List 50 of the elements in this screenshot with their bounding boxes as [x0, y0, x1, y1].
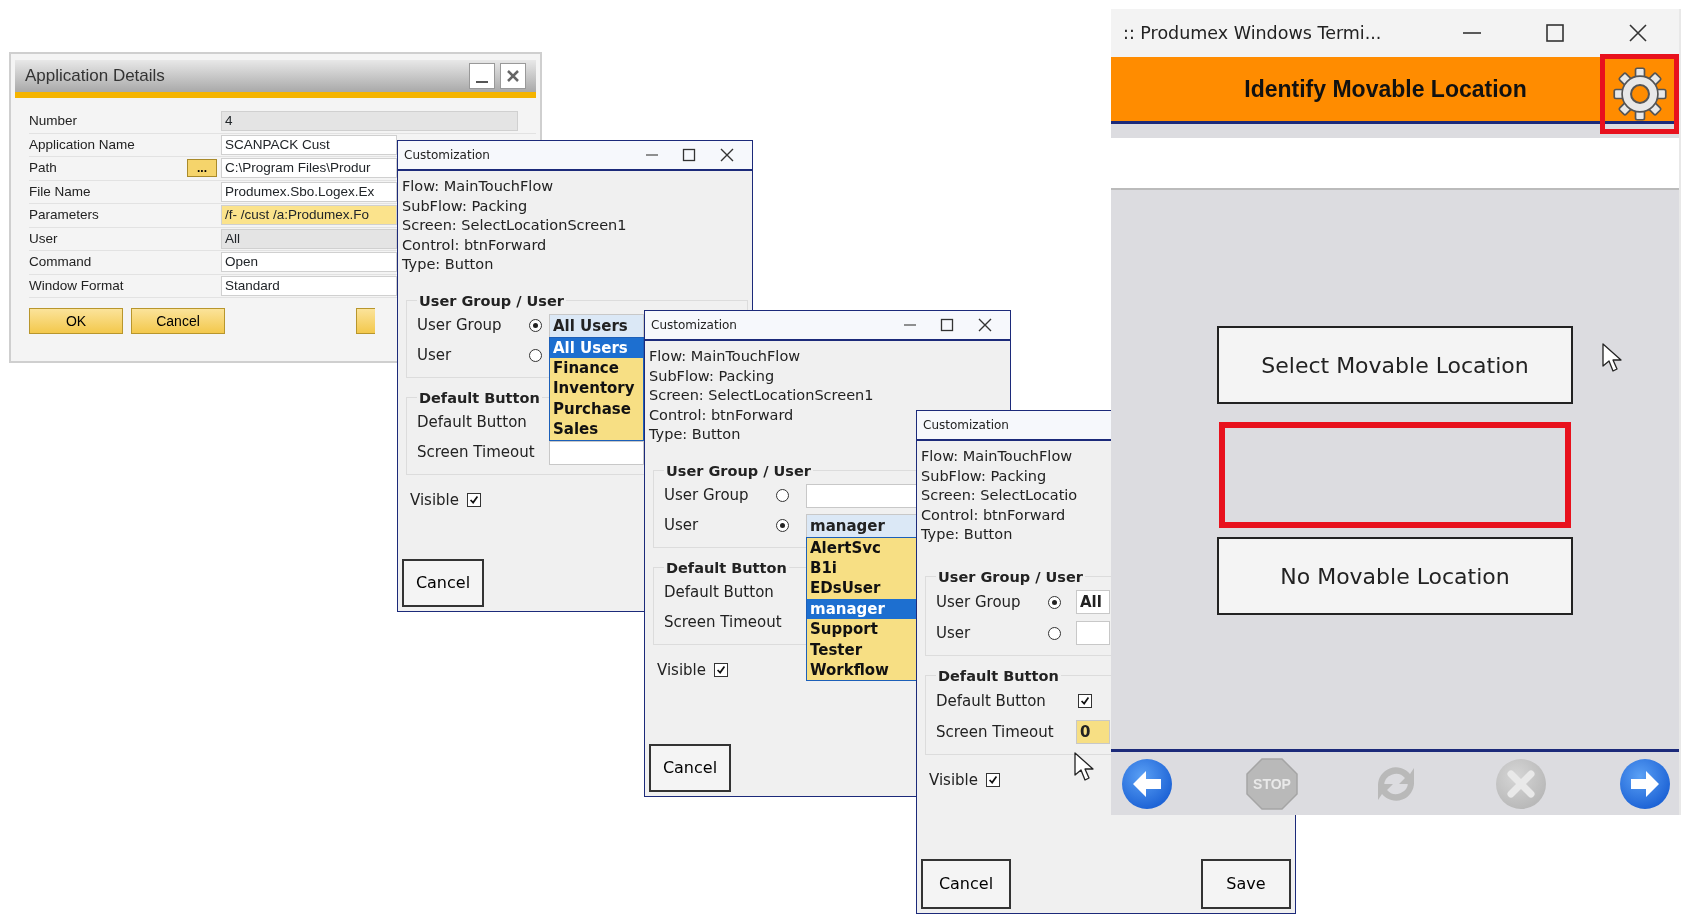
- option-label: Default Button: [664, 582, 775, 604]
- info-text: Control: btnForward: [921, 505, 1066, 525]
- window-title: Customization: [651, 317, 737, 334]
- field-label: Window Format: [29, 276, 124, 295]
- info-text: Screen: SelectLocationScreen1: [649, 386, 874, 405]
- option-label: Default Button: [417, 412, 528, 434]
- window-title: Customization: [404, 147, 490, 164]
- window-title: Customization: [923, 417, 1009, 434]
- option-label: User Group: [417, 315, 503, 337]
- group-title: Default Button: [418, 388, 541, 408]
- field-label: Application Name: [29, 135, 135, 154]
- option-label: Screen Timeout: [417, 442, 536, 464]
- option-label: Default Button: [936, 690, 1047, 712]
- field-label: Parameters: [29, 206, 99, 225]
- option-label: Screen Timeout: [664, 612, 783, 634]
- group-title: Default Button: [937, 666, 1060, 686]
- info-text: Control: btnForward: [402, 235, 547, 255]
- field-label: Path: [29, 159, 57, 178]
- option-label: User: [417, 345, 453, 367]
- field-label: Number: [29, 112, 77, 131]
- option-label: User: [936, 622, 972, 644]
- info-text: SubFlow: Packing: [402, 196, 528, 216]
- info-text: Flow: MainTouchFlow: [921, 447, 1073, 466]
- group-title: User Group / User: [665, 461, 812, 481]
- info-text: Flow: MainTouchFlow: [649, 347, 801, 366]
- field-label: User: [29, 229, 58, 248]
- screen-title: Identify Movable Location: [1243, 74, 1528, 104]
- info-text: SubFlow: Packing: [649, 366, 775, 386]
- group-title: User Group / User: [418, 291, 565, 311]
- info-text: Screen: SelectLocatio: [921, 486, 1078, 505]
- option-label: Visible: [410, 489, 459, 511]
- option-label: User Group: [936, 591, 1022, 613]
- field-label: File Name: [29, 182, 91, 201]
- group-title: User Group / User: [937, 567, 1084, 587]
- info-text: Type: Button: [921, 525, 1013, 544]
- info-text: SubFlow: Packing: [921, 466, 1047, 486]
- option-label: User: [664, 515, 700, 537]
- info-text: Type: Button: [649, 425, 741, 444]
- group-title: Default Button: [665, 558, 788, 578]
- info-text: Control: btnForward: [649, 405, 794, 425]
- option-label: User Group: [664, 485, 750, 507]
- info-text: Flow: MainTouchFlow: [402, 177, 554, 196]
- window-title: :: Produmex Windows Termi...: [1123, 21, 1382, 45]
- option-label: Screen Timeout: [936, 721, 1055, 743]
- option-label: Visible: [929, 769, 978, 791]
- window-title: Application Details: [25, 65, 165, 88]
- info-text: Type: Button: [402, 255, 494, 274]
- field-label: Command: [29, 253, 92, 272]
- option-label: Visible: [657, 659, 706, 681]
- info-text: Screen: SelectLocationScreen1: [402, 216, 627, 235]
